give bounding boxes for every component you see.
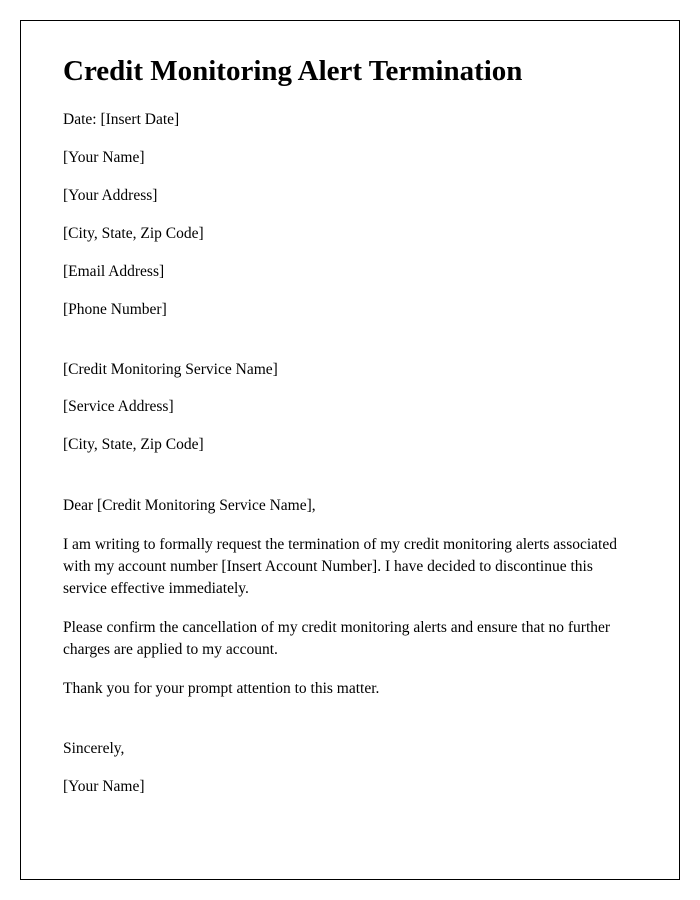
sender-address: [Your Address] [63, 186, 637, 207]
sender-email: [Email Address] [63, 262, 637, 283]
document-page: Credit Monitoring Alert Termination Date… [20, 20, 680, 880]
recipient-address: [Service Address] [63, 397, 637, 418]
spacer [63, 338, 637, 360]
body-paragraph-3: Thank you for your prompt attention to t… [63, 678, 637, 700]
recipient-city-state-zip: [City, State, Zip Code] [63, 435, 637, 456]
recipient-service-name: [Credit Monitoring Service Name] [63, 360, 637, 381]
body-paragraph-2: Please confirm the cancellation of my cr… [63, 617, 637, 661]
page-title: Credit Monitoring Alert Termination [63, 55, 637, 88]
sender-phone: [Phone Number] [63, 300, 637, 321]
closing-name: [Your Name] [63, 777, 637, 798]
closing-signoff: Sincerely, [63, 739, 637, 760]
body-paragraph-1: I am writing to formally request the ter… [63, 534, 637, 600]
sender-city-state-zip: [City, State, Zip Code] [63, 224, 637, 245]
spacer [63, 717, 637, 739]
salutation: Dear [Credit Monitoring Service Name], [63, 495, 637, 517]
date-line: Date: [Insert Date] [63, 110, 637, 131]
spacer [63, 473, 637, 495]
sender-name: [Your Name] [63, 148, 637, 169]
